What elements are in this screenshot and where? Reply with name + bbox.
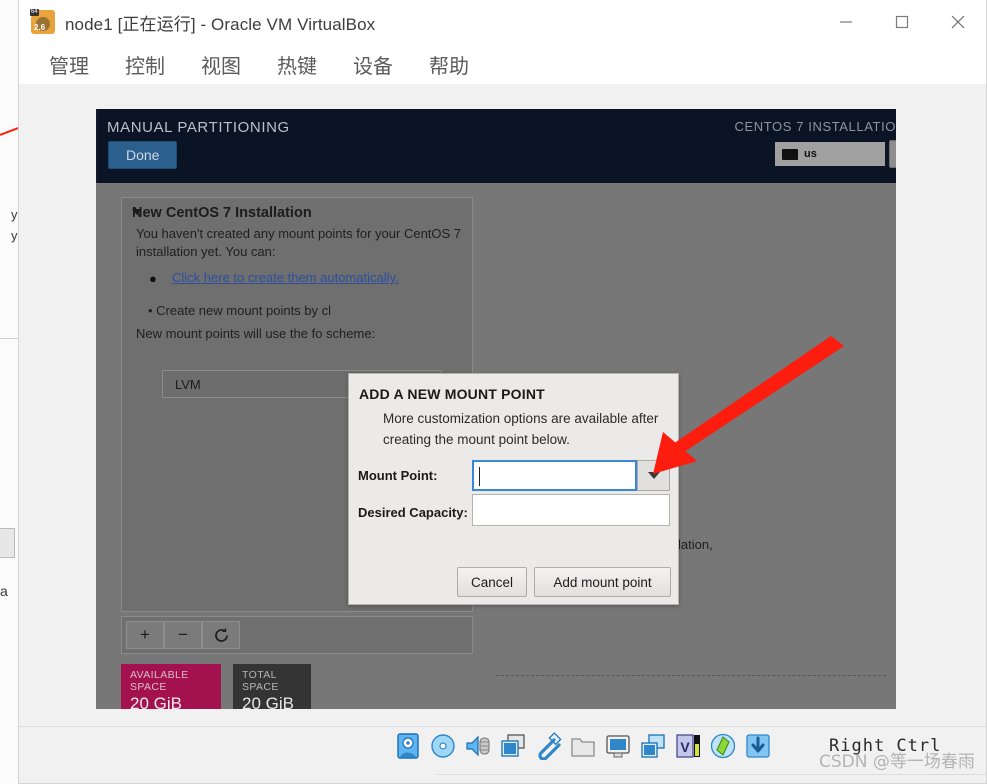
mount-point-input[interactable] — [472, 460, 637, 491]
dialog-title: ADD A NEW MOUNT POINT — [359, 386, 545, 402]
auto-create-link[interactable]: Click here to create them automatically. — [172, 270, 399, 285]
status-icon-group: V — [394, 732, 772, 761]
total-space-value: 20 GiB — [242, 694, 294, 709]
window-title: node1 [正在运行] - Oracle VM VirtualBox — [65, 14, 376, 34]
menu-item-devices[interactable]: 设备 — [353, 50, 393, 79]
right-panel-divider — [496, 675, 886, 676]
menu-item-hotkeys[interactable]: 热键 — [277, 50, 317, 79]
video-capture-icon[interactable] — [639, 732, 667, 760]
intro-text: You haven't created any mount points for… — [136, 226, 462, 259]
dialog-subtitle: More customization options are available… — [383, 411, 659, 447]
cancel-button[interactable]: Cancel — [457, 567, 527, 597]
title-bar[interactable]: 64 2.6 node1 [正在运行] - Oracle VM VirtualB… — [19, 0, 986, 44]
distro-title: CENTOS 7 INSTALLATIO — [734, 119, 896, 134]
minimize-button[interactable] — [818, 0, 874, 44]
icon-version-label: 2.6 — [34, 23, 46, 32]
mount-point-label: Mount Point: — [358, 468, 438, 483]
display-icon[interactable] — [604, 732, 632, 760]
menu-item-view[interactable]: 视图 — [201, 50, 241, 79]
host-key-label: Right Ctrl — [829, 736, 942, 756]
page-title: MANUAL PARTITIONING — [107, 119, 290, 136]
menu-bar: 管理 控制 视图 热键 设备 帮助 — [19, 44, 986, 84]
menu-item-help[interactable]: 帮助 — [429, 50, 469, 79]
icon-badge-64: 64 — [30, 9, 39, 16]
keyboard-icon — [782, 148, 798, 160]
add-mount-point-button[interactable]: + — [126, 621, 164, 649]
desired-capacity-input[interactable] — [472, 494, 670, 526]
usb-icon[interactable] — [534, 732, 562, 761]
window-controls — [818, 0, 986, 44]
menu-item-manage[interactable]: 管理 — [49, 50, 89, 79]
partition-scheme-value: LVM — [175, 376, 201, 392]
help-button[interactable]: Help! — [889, 140, 896, 168]
available-space-box: AVAILABLE SPACE 20 GiB — [121, 664, 221, 709]
vm-status-bar: V CSDN @等一场春雨 Right Ctrl — [18, 726, 987, 784]
audio-icon[interactable] — [464, 732, 492, 760]
vm-features-icon[interactable]: V — [674, 732, 702, 760]
background-chip — [0, 528, 15, 558]
virtualbox-window: 64 2.6 node1 [正在运行] - Oracle VM VirtualB… — [18, 0, 987, 726]
chevron-down-icon — [647, 472, 660, 479]
hard-disk-icon[interactable] — [394, 732, 422, 760]
vm-viewport[interactable]: MANUAL PARTITIONING CENTOS 7 INSTALLATIO… — [19, 84, 986, 726]
done-button[interactable]: Done — [108, 141, 178, 169]
background-text-a: y — [11, 207, 18, 222]
refresh-button[interactable] — [202, 621, 240, 649]
host-key-icon[interactable] — [744, 732, 772, 760]
background-text-c: a — [0, 583, 8, 599]
remove-mount-point-button[interactable]: − — [164, 621, 202, 649]
maximize-button[interactable] — [874, 0, 930, 44]
mount-point-toolbar: + − — [121, 616, 473, 654]
background-text-b: y — [11, 228, 18, 243]
virtualbox-icon: 64 2.6 — [30, 9, 55, 34]
network-icon[interactable] — [499, 732, 527, 760]
text-caret — [479, 467, 480, 486]
group-title: New CentOS 7 Installation — [132, 205, 312, 221]
optical-disk-icon[interactable] — [429, 732, 457, 760]
statusbar-divider — [437, 774, 987, 775]
add-mount-point-dialog: ADD A NEW MOUNT POINT More customization… — [348, 373, 679, 605]
manual-create-text: • Create new mount points by cl — [148, 303, 332, 318]
shared-folder-icon[interactable] — [569, 732, 597, 760]
keyboard-layout-label: us — [804, 148, 817, 160]
menu-item-control[interactable]: 控制 — [125, 50, 165, 79]
total-space-label: TOTAL SPACE — [242, 669, 279, 693]
keyboard-layout-indicator[interactable]: us — [775, 142, 885, 166]
installer-header: MANUAL PARTITIONING CENTOS 7 INSTALLATIO… — [96, 109, 896, 183]
mount-point-dropdown-button[interactable] — [637, 460, 670, 491]
desired-capacity-label: Desired Capacity: — [358, 505, 468, 520]
scheme-text: New mount points will use the fo scheme: — [136, 326, 376, 341]
close-button[interactable] — [930, 0, 986, 44]
mouse-integration-icon[interactable] — [709, 732, 737, 760]
svg-text:V: V — [680, 739, 690, 755]
available-space-value: 20 GiB — [130, 694, 182, 709]
bullet-point-icon: ● — [149, 271, 157, 286]
available-space-label: AVAILABLE SPACE — [130, 669, 189, 693]
total-space-box: TOTAL SPACE 20 GiB — [233, 664, 311, 709]
add-mount-point-confirm-button[interactable]: Add mount point — [534, 567, 671, 597]
